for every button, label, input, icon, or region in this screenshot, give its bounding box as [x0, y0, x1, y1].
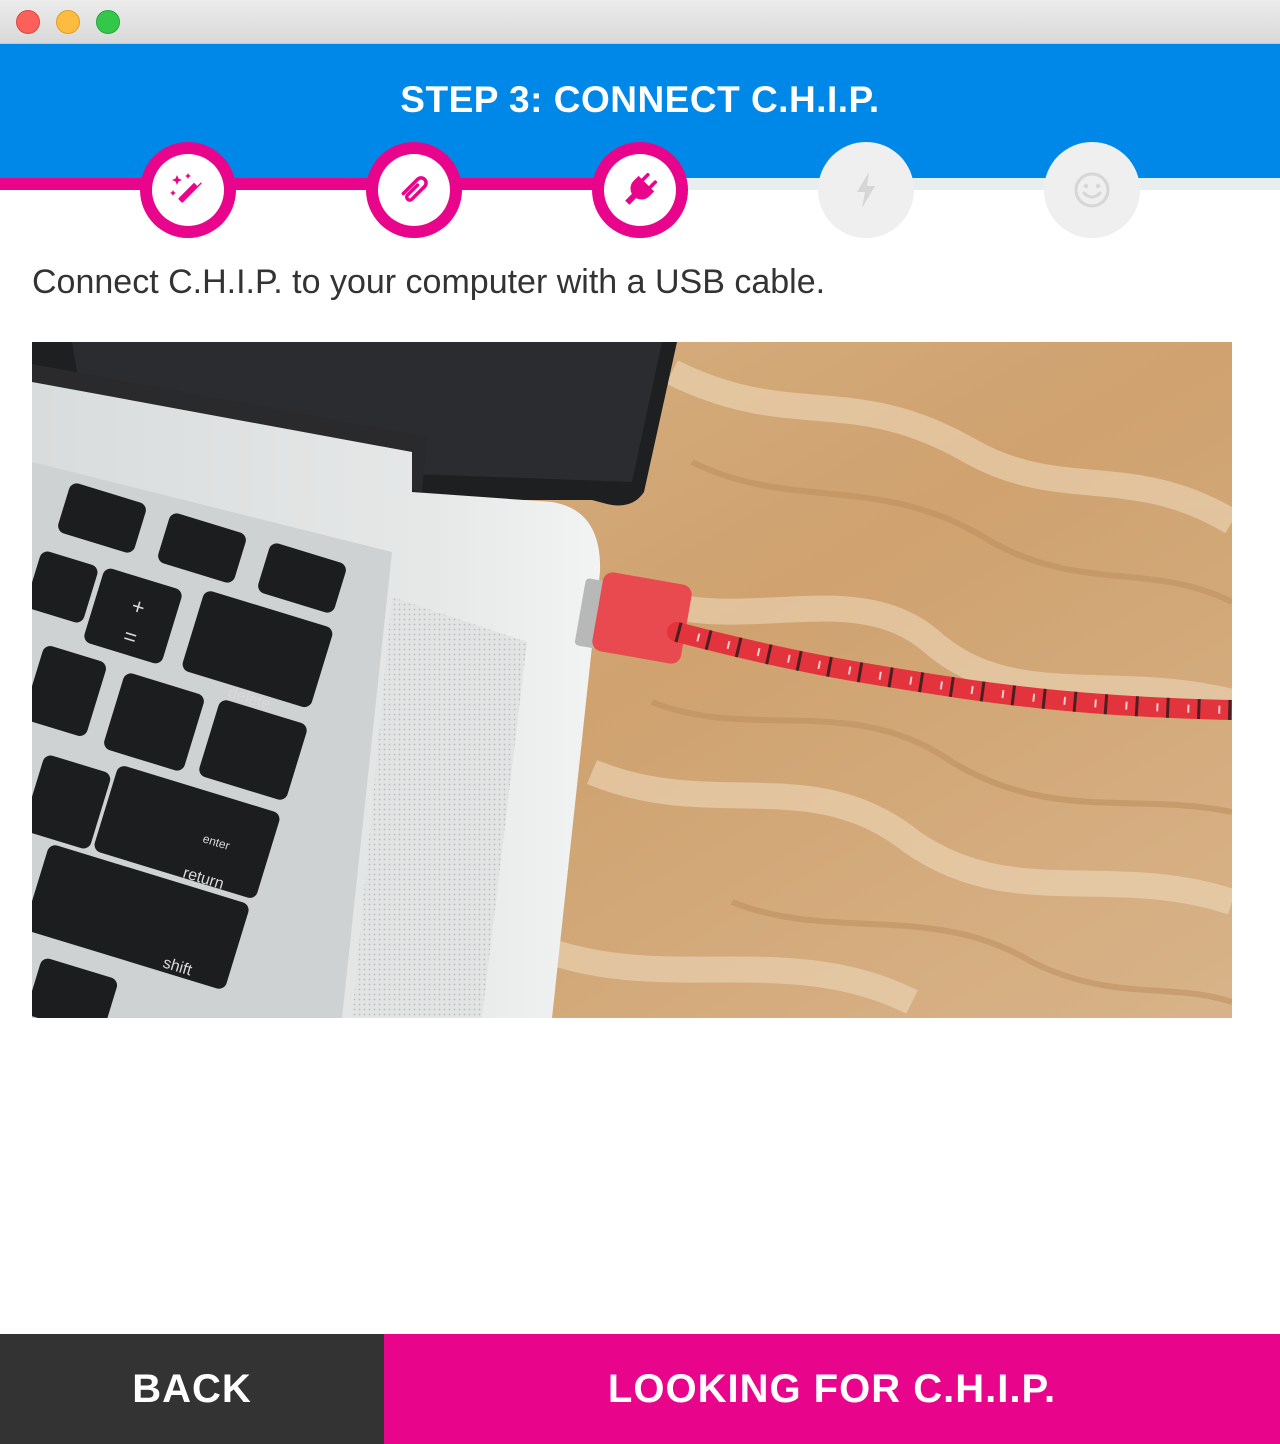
smiley-icon [1072, 170, 1112, 210]
step-5 [1044, 142, 1140, 238]
magic-wand-icon [168, 170, 208, 210]
maximize-button[interactable] [96, 10, 120, 34]
lightning-bolt-icon [851, 170, 881, 210]
progress-fill [0, 178, 640, 190]
step-4 [818, 142, 914, 238]
paperclip-icon [394, 170, 434, 210]
instruction-text: Connect C.H.I.P. to your computer with a… [32, 263, 826, 301]
minimize-button[interactable] [56, 10, 80, 34]
laptop-usb-cable-photo: delete return enter shift + = [32, 342, 1232, 1018]
window-titlebar [0, 0, 1280, 44]
back-button[interactable]: BACK [0, 1334, 384, 1444]
step-2 [366, 142, 462, 238]
step-1 [140, 142, 236, 238]
step-3 [592, 142, 688, 238]
plug-icon [618, 168, 662, 212]
looking-for-chip-button[interactable]: LOOKING FOR C.H.I.P. [384, 1334, 1280, 1444]
page-title: STEP 3: CONNECT C.H.I.P. [400, 79, 880, 120]
close-button[interactable] [16, 10, 40, 34]
